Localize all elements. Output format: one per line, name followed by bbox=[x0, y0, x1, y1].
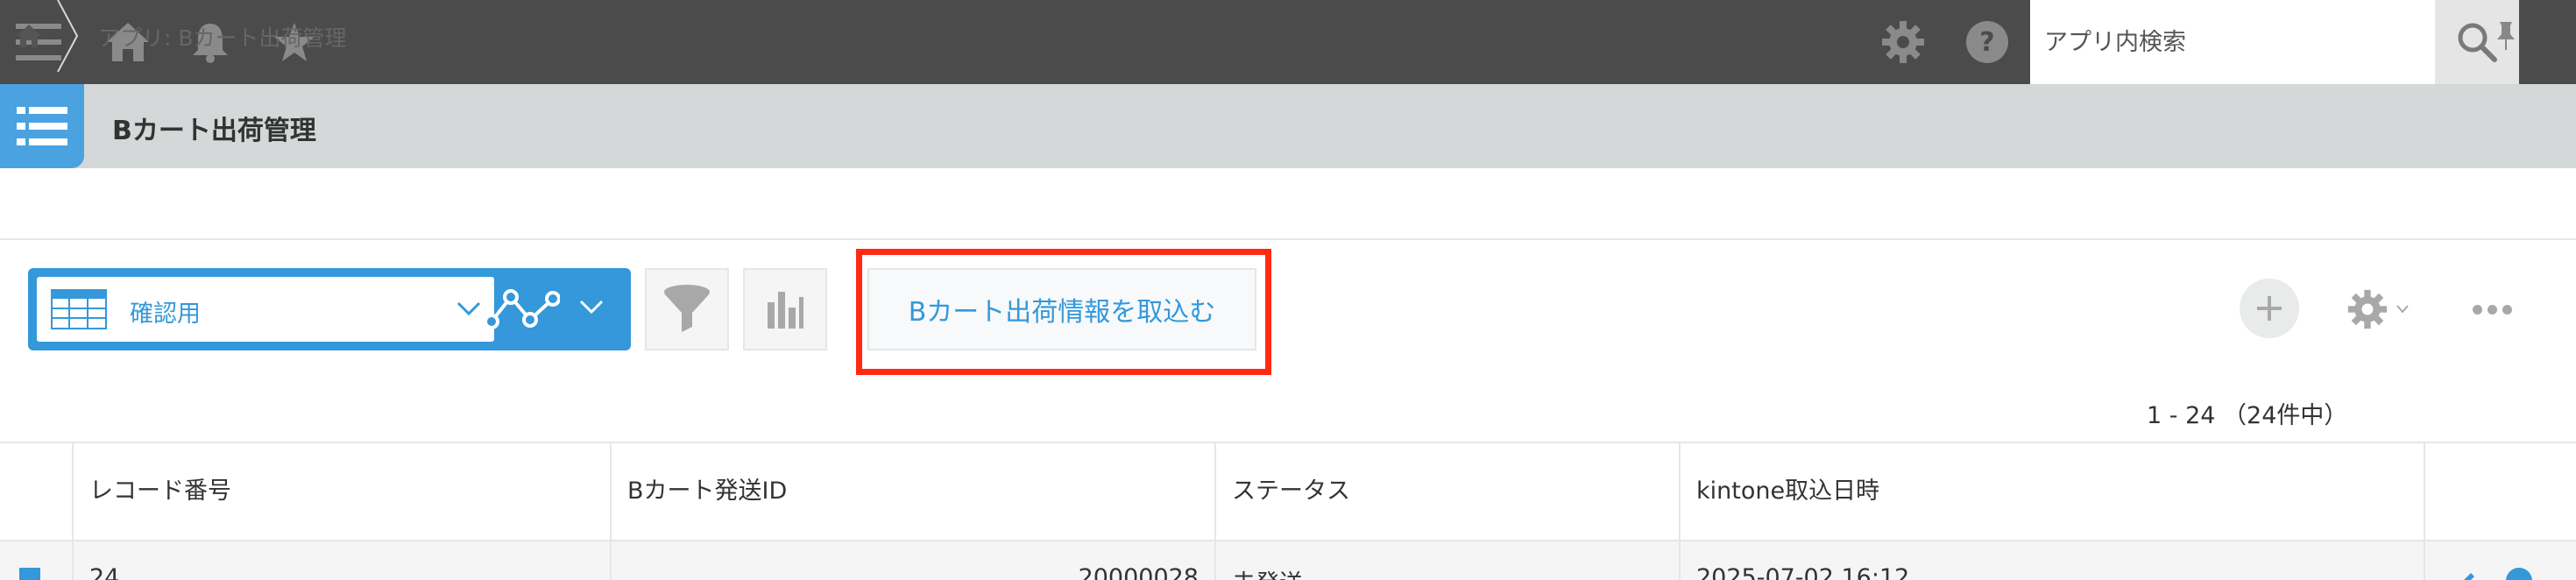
more-dot-icon bbox=[2487, 304, 2497, 315]
breadcrumb-home-icon[interactable] bbox=[9, 16, 49, 56]
record-table: レコード番号 Bカート発送ID ステータス kintone取込日時 24 200… bbox=[0, 442, 2576, 580]
bar-chart-icon bbox=[768, 292, 803, 329]
column-header-imported-at[interactable]: kintone取込日時 bbox=[1681, 443, 2425, 540]
app-title: Bカート出荷管理 bbox=[112, 116, 316, 146]
app-header bbox=[0, 84, 2576, 168]
filter-button[interactable] bbox=[645, 268, 729, 350]
table-header-actions bbox=[2425, 443, 2576, 540]
view-label: 確認用 bbox=[130, 301, 201, 328]
settings-chevron-icon bbox=[2396, 305, 2409, 314]
table-view-icon bbox=[51, 289, 107, 329]
search-box bbox=[2030, 0, 2435, 84]
table-header: レコード番号 Bカート発送ID ステータス kintone取込日時 bbox=[0, 443, 2576, 540]
line-chart-icon bbox=[485, 289, 560, 329]
filter-icon bbox=[664, 285, 710, 332]
chart-button[interactable] bbox=[743, 268, 827, 350]
add-record-button[interactable] bbox=[2240, 279, 2299, 338]
more-dot-icon bbox=[2502, 304, 2512, 315]
document-icon[interactable] bbox=[19, 568, 40, 580]
breadcrumb-separator bbox=[57, 0, 79, 72]
more-dot-icon bbox=[2472, 304, 2482, 315]
more-options-button[interactable] bbox=[2464, 294, 2520, 324]
cell-shipment-id: 20000028 bbox=[612, 541, 1216, 580]
svg-text:?: ? bbox=[1979, 27, 1994, 58]
row-detail-cell[interactable] bbox=[0, 541, 74, 580]
table-row[interactable]: 24 20000028 未発送 2025-07-02 16:12 bbox=[0, 540, 2576, 580]
table-header-spacer bbox=[0, 443, 74, 540]
cell-status: 未発送 bbox=[1216, 541, 1681, 580]
help-icon[interactable]: ? bbox=[1961, 16, 2013, 68]
pin-icon[interactable] bbox=[2488, 16, 2523, 56]
breadcrumb-app-link[interactable]: アプリ: Bカート出荷管理 bbox=[98, 21, 347, 53]
import-shipment-button[interactable]: Bカート出荷情報を取込む bbox=[867, 268, 1256, 350]
column-header-record-number[interactable]: レコード番号 bbox=[74, 443, 612, 540]
plus-icon bbox=[2257, 296, 2282, 321]
breadcrumb bbox=[0, 168, 2576, 240]
cell-imported-at: 2025-07-02 16:12 bbox=[1681, 541, 2425, 580]
gear-icon[interactable] bbox=[1877, 16, 1929, 68]
search-input[interactable] bbox=[2044, 21, 2421, 63]
row-actions-cell bbox=[2425, 541, 2576, 580]
record-count: 1 - 24 （24件中） bbox=[2147, 402, 2348, 429]
cell-record-number: 24 bbox=[74, 541, 612, 580]
settings-gear-icon bbox=[2347, 289, 2388, 329]
app-list-icon[interactable] bbox=[0, 84, 84, 168]
edit-icon[interactable] bbox=[2453, 568, 2480, 580]
column-header-shipment-id[interactable]: Bカート発送ID bbox=[612, 443, 1216, 540]
column-header-status[interactable]: ステータス bbox=[1216, 443, 1681, 540]
graph-chevron-down-icon[interactable] bbox=[578, 298, 605, 315]
app-settings-button[interactable] bbox=[2336, 282, 2420, 336]
graph-view-button[interactable] bbox=[478, 275, 566, 343]
view-dropdown[interactable]: 確認用 bbox=[37, 277, 494, 342]
